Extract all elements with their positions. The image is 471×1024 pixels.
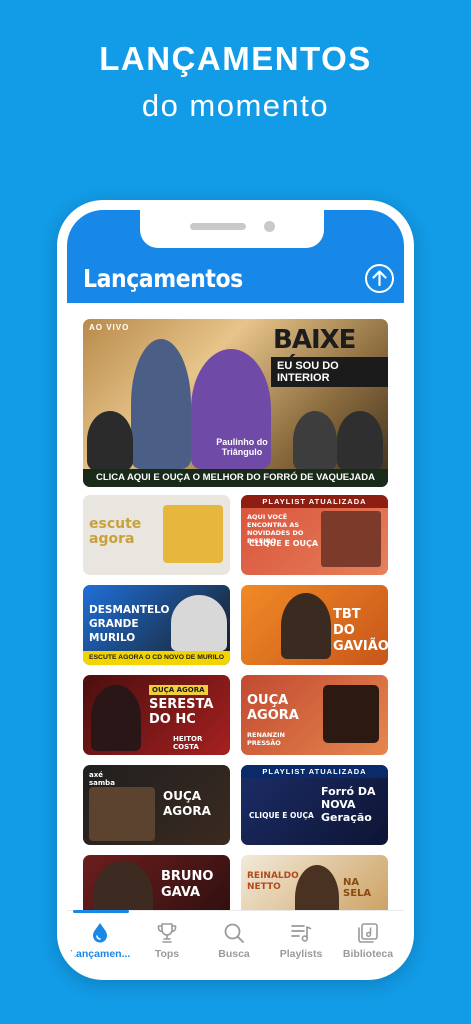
- artist-photo: [337, 411, 383, 471]
- card-title: TBT DO GAVIÃO: [333, 607, 388, 654]
- page-title: Lançamentos: [83, 264, 243, 293]
- upload-button[interactable]: [365, 264, 394, 293]
- card-artwork: [91, 685, 141, 751]
- card-top-label: OUÇA AGORA: [149, 685, 208, 695]
- tab-lancamentos[interactable]: Lançamen...: [67, 915, 133, 965]
- card-caption: ESCUTE AGORA O CD NOVO DE MURILO BREGÃO: [83, 651, 230, 665]
- card-caption: CLIQUE E OUÇA: [249, 811, 314, 820]
- release-card[interactable]: DESMANTELO GRANDE MURILO ESCUTE AGORA O …: [83, 585, 230, 665]
- card-title: escute agora: [89, 516, 142, 547]
- card-title: CLIQUE E OUÇA: [249, 539, 319, 548]
- phone-frame: Lançamentos AO VIVO BAIXE JÁ EU SOU DO I…: [57, 200, 414, 980]
- tab-label: Tops: [154, 948, 180, 960]
- card-top-label: PLAYLIST ATUALIZADA: [241, 765, 388, 778]
- drop-icon: [93, 923, 107, 943]
- search-icon: [224, 923, 244, 943]
- tab-bar: Lançamen... Tops Busca Playlists Bibliot…: [67, 910, 404, 970]
- card-title: Forró DA NOVA Geração: [321, 785, 376, 824]
- card-artwork: [171, 595, 227, 651]
- card-title: OUÇA AGORA: [163, 789, 211, 818]
- card-caption: RENANZIN PRESSÃO: [247, 731, 285, 747]
- release-card[interactable]: axé samba OUÇA AGORA: [83, 765, 230, 845]
- phone-notch: [140, 210, 324, 248]
- live-label: AO VIVO: [89, 323, 130, 332]
- card-artwork: [323, 685, 379, 743]
- hero-brand: Paulinho do Triângulo: [216, 437, 268, 457]
- card-caption: axé samba: [89, 771, 115, 787]
- release-card[interactable]: OUÇA AGORA RENANZIN PRESSÃO: [241, 675, 388, 755]
- tab-busca[interactable]: Busca: [201, 915, 267, 965]
- tab-label: Playlists: [279, 948, 323, 960]
- tab-playlists[interactable]: Playlists: [268, 915, 334, 965]
- trophy-icon: [157, 923, 177, 943]
- speaker-grille: [190, 223, 246, 230]
- tab-label: Lançamen...: [69, 948, 131, 960]
- release-card[interactable]: TBT DO GAVIÃO: [241, 585, 388, 665]
- release-card[interactable]: escute agora: [83, 495, 230, 575]
- hero-caption: CLICA AQUI E OUÇA O MELHOR DO FORRÓ DE V…: [83, 469, 388, 487]
- card-caption: REINALDO NETTO: [247, 871, 299, 892]
- phone-screen: Lançamentos AO VIVO BAIXE JÁ EU SOU DO I…: [67, 210, 404, 970]
- tab-label: Biblioteca: [342, 948, 394, 960]
- card-title: SERESTA DO HC: [149, 697, 214, 727]
- active-tab-indicator: [73, 910, 129, 913]
- artist-photo: [293, 411, 337, 471]
- hero-subheadline: EU SOU DO INTERIOR: [271, 357, 388, 387]
- tab-biblioteca[interactable]: Biblioteca: [335, 915, 401, 965]
- card-title: DESMANTELO GRANDE MURILO: [89, 604, 170, 644]
- card-caption: HEITOR COSTA: [173, 735, 203, 751]
- card-title: BRUNO GAVA: [161, 869, 214, 900]
- card-artwork: [321, 511, 381, 567]
- promo-title: LANÇAMENTOS: [99, 40, 372, 77]
- artist-photo: [87, 411, 133, 471]
- artist-photo: [131, 339, 191, 469]
- tab-tops[interactable]: Tops: [134, 915, 200, 965]
- camera-dot: [264, 221, 275, 232]
- card-artwork: [281, 593, 331, 659]
- playlist-icon: [291, 925, 312, 942]
- release-card[interactable]: OUÇA AGORA SERESTA DO HC HEITOR COSTA: [83, 675, 230, 755]
- hero-banner[interactable]: AO VIVO BAIXE JÁ EU SOU DO INTERIOR Paul…: [83, 319, 388, 487]
- card-title: NA SELA: [343, 877, 372, 899]
- release-card[interactable]: PLAYLIST ATUALIZADA CLIQUE E OUÇA Forró …: [241, 765, 388, 845]
- tab-label: Busca: [218, 948, 250, 960]
- card-title: OUÇA AGORA: [247, 693, 299, 723]
- app-header: Lançamentos: [67, 210, 404, 303]
- library-icon: [358, 923, 378, 943]
- card-top-label: PLAYLIST ATUALIZADA: [241, 495, 388, 508]
- card-artwork: [163, 505, 223, 563]
- release-card[interactable]: PLAYLIST ATUALIZADA AQUI VOCÊ ENCONTRA A…: [241, 495, 388, 575]
- card-artwork: [89, 787, 155, 841]
- promo-subtitle: do momento: [141, 88, 330, 123]
- arrow-up-icon: [372, 270, 387, 287]
